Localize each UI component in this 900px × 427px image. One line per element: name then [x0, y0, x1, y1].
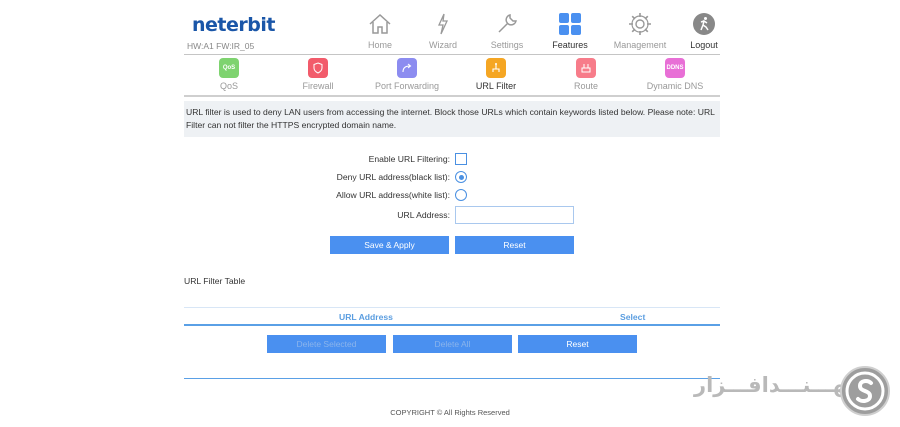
subnav-url-filter-label: URL Filter — [475, 81, 517, 91]
brand-logo: neterbit — [192, 14, 275, 36]
top-navigation: Home Wizard Settings Features Management — [352, 12, 732, 54]
subnav-url-filter[interactable]: URL Filter — [456, 58, 536, 91]
shield-icon — [308, 58, 328, 78]
nav-features[interactable]: Features — [540, 12, 600, 50]
subnav-dynamic-dns[interactable]: DDNS Dynamic DNS — [635, 58, 715, 91]
subnav-qos-label: QoS — [219, 81, 238, 91]
deny-mode-label: Deny URL address(black list): — [336, 172, 450, 182]
page-description: URL filter is used to deny LAN users fro… — [184, 101, 720, 137]
subnav-firewall-label: Firewall — [302, 81, 334, 91]
url-address-label: URL Address: — [397, 210, 450, 220]
divider — [184, 378, 720, 379]
router-icon — [576, 58, 596, 78]
forward-arrow-icon — [397, 58, 417, 78]
subnav-firewall[interactable]: Firewall — [278, 58, 358, 91]
allow-mode-radio[interactable] — [455, 189, 467, 201]
divider — [184, 95, 720, 97]
subnav-port-forwarding-label: Port Forwarding — [374, 81, 440, 91]
enable-url-filtering-checkbox[interactable] — [455, 153, 467, 165]
subnav-route-label: Route — [573, 81, 599, 91]
watermark-logo — [840, 366, 890, 416]
allow-mode-row: Allow URL address(white list): — [184, 188, 720, 204]
ddns-icon: DDNS — [665, 58, 685, 78]
nav-wizard-label: Wizard — [428, 40, 457, 50]
nav-home[interactable]: Home — [350, 12, 410, 50]
column-select: Select — [620, 312, 646, 322]
table-reset-button[interactable]: Reset — [518, 335, 637, 353]
subnav-dynamic-dns-label: Dynamic DNS — [646, 81, 704, 91]
gear-icon — [629, 13, 651, 35]
enable-url-filtering-row: Enable URL Filtering: — [184, 152, 720, 168]
save-apply-button[interactable]: Save & Apply — [330, 236, 449, 254]
table-header: URL Address Select — [184, 307, 720, 326]
subnav-qos[interactable]: QoS QoS — [189, 58, 269, 91]
subnav-route[interactable]: Route — [546, 58, 626, 91]
home-icon — [369, 13, 391, 34]
grid-icon — [559, 13, 581, 35]
nav-management[interactable]: Management — [610, 12, 670, 50]
wrench-icon — [498, 14, 517, 33]
nav-home-label: Home — [367, 40, 392, 50]
url-filter-icon — [486, 58, 506, 78]
allow-mode-label: Allow URL address(white list): — [336, 190, 450, 200]
url-address-input[interactable] — [455, 206, 574, 224]
table-title: URL Filter Table — [184, 276, 246, 286]
url-address-row: URL Address: — [184, 206, 720, 224]
nav-settings-label: Settings — [490, 40, 524, 50]
enable-url-filtering-label: Enable URL Filtering: — [368, 154, 450, 164]
nav-wizard[interactable]: Wizard — [413, 12, 473, 50]
divider — [184, 54, 720, 55]
logout-icon — [693, 13, 715, 35]
watermark-s-icon — [845, 371, 885, 411]
nav-management-label: Management — [613, 40, 667, 50]
deny-mode-radio[interactable] — [455, 171, 467, 183]
nav-logout-label: Logout — [690, 40, 718, 50]
nav-logout[interactable]: Logout — [674, 12, 734, 50]
reset-button[interactable]: Reset — [455, 236, 574, 254]
column-url-address: URL Address — [339, 312, 393, 322]
deny-mode-row: Deny URL address(black list): — [184, 170, 720, 186]
qos-icon: QoS — [219, 58, 239, 78]
delete-all-button[interactable]: Delete All — [393, 335, 512, 353]
sub-navigation: QoS QoS Firewall Port Forwarding URL Fil… — [184, 56, 720, 94]
wizard-icon — [437, 13, 449, 35]
delete-selected-button[interactable]: Delete Selected — [267, 335, 386, 353]
subnav-port-forwarding[interactable]: Port Forwarding — [367, 58, 447, 91]
copyright: COPYRIGHT © All Rights Reserved — [390, 408, 510, 417]
nav-features-label: Features — [552, 40, 588, 50]
hardware-firmware-version: HW:A1 FW:IR_05 — [187, 41, 255, 51]
nav-settings[interactable]: Settings — [477, 12, 537, 50]
